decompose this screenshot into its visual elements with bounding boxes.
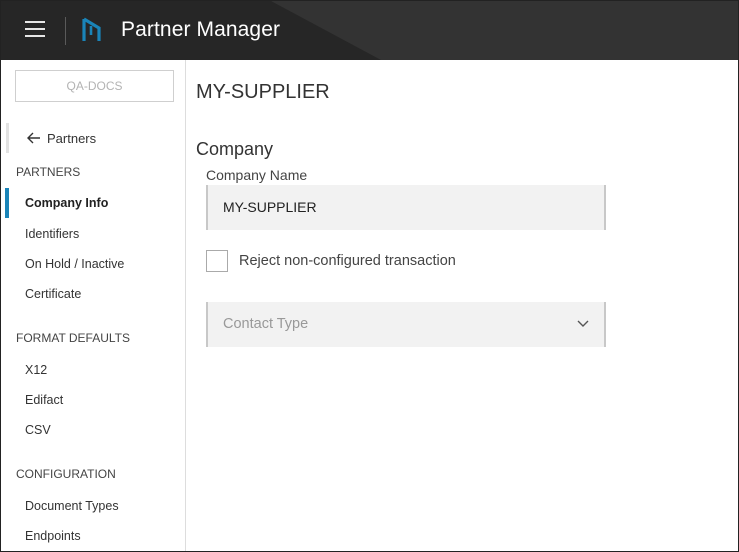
sidebar-item-certificate[interactable]: Certificate xyxy=(5,279,181,309)
company-name-label: Company Name xyxy=(206,167,308,183)
app-header: Partner Manager xyxy=(1,1,738,60)
chevron-down-icon xyxy=(577,320,589,327)
company-name-input[interactable]: MY-SUPPLIER xyxy=(206,185,606,230)
sidebar-item-company-info[interactable]: Company Info xyxy=(5,188,181,218)
sidebar: QA-DOCS Partners PARTNERS Company Info I… xyxy=(1,60,186,551)
reject-transaction-checkbox[interactable] xyxy=(206,250,228,272)
reject-transaction-label: Reject non-configured transaction xyxy=(239,253,456,269)
sidebar-item-on-hold-inactive[interactable]: On Hold / Inactive xyxy=(5,249,181,279)
sidebar-item-csv[interactable]: CSV xyxy=(5,415,181,445)
sidebar-item-document-types[interactable]: Document Types xyxy=(5,491,181,521)
section-label-partners: PARTNERS xyxy=(16,165,81,179)
header-divider xyxy=(65,17,66,45)
section-label-format-defaults: FORMAT DEFAULTS xyxy=(16,331,131,345)
sidebar-item-endpoints[interactable]: Endpoints xyxy=(5,521,181,551)
section-title-company: Company xyxy=(196,139,274,159)
reject-transaction-option[interactable]: Reject non-configured transaction xyxy=(206,250,456,272)
page-title: MY-SUPPLIER xyxy=(196,81,330,103)
header-diagonal-band xyxy=(271,1,738,60)
app-window: Partner Manager QA-DOCS Partners PARTNER… xyxy=(0,0,739,552)
sidebar-item-identifiers[interactable]: Identifiers xyxy=(5,219,181,249)
app-title: Partner Manager xyxy=(121,18,281,41)
contact-type-select[interactable]: Contact Type xyxy=(206,302,606,347)
partner-manager-logo-icon xyxy=(82,17,101,41)
sidebar-item-x12[interactable]: X12 xyxy=(5,355,181,385)
hamburger-menu-icon[interactable] xyxy=(23,21,49,41)
main-content: MY-SUPPLIER Company Company Name MY-SUPP… xyxy=(187,60,738,551)
sidebar-item-edifact[interactable]: Edifact xyxy=(5,385,181,415)
org-selector[interactable]: QA-DOCS xyxy=(15,70,174,102)
contact-type-placeholder: Contact Type xyxy=(223,316,309,332)
arrow-left-icon xyxy=(27,132,40,144)
section-label-configuration: CONFIGURATION xyxy=(16,467,116,481)
back-to-partners-link[interactable]: Partners xyxy=(6,123,176,153)
back-link-label: Partners xyxy=(47,130,97,146)
